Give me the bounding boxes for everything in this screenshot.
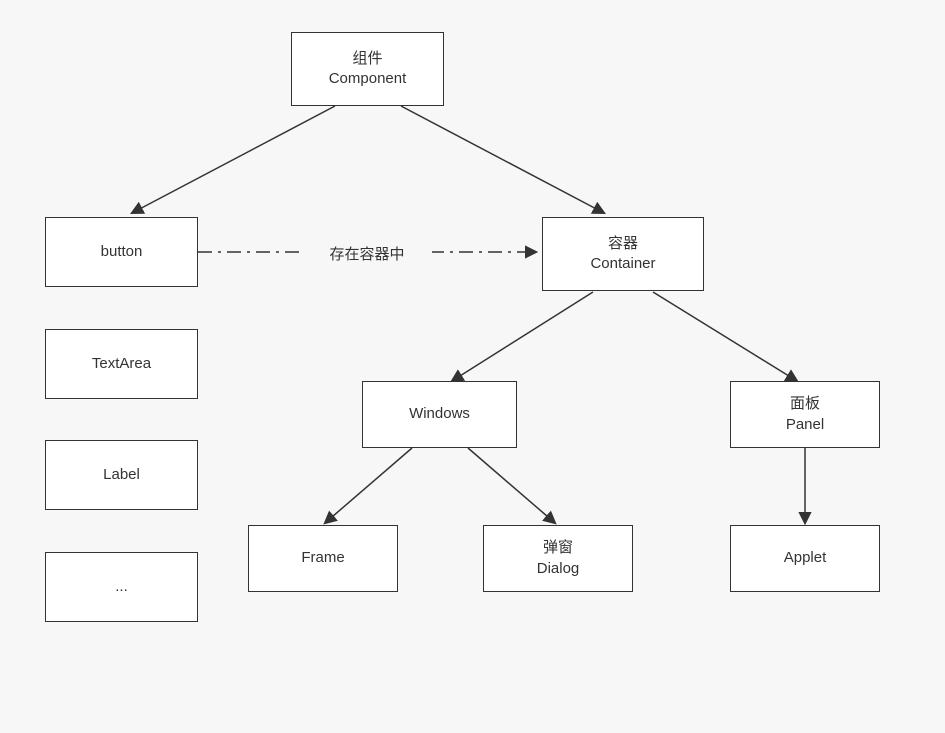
edge-container-panel: [653, 292, 797, 381]
node-button: button: [45, 217, 198, 287]
edge-component-button: [132, 106, 335, 213]
node-applet: Applet: [730, 525, 880, 592]
node-component-zh: 组件: [352, 49, 382, 69]
node-windows: Windows: [362, 381, 517, 448]
node-more: ...: [45, 552, 198, 622]
node-label-label: Label: [103, 465, 140, 485]
node-container-zh: 容器: [608, 234, 638, 254]
node-panel-en: Panel: [786, 415, 824, 435]
node-more-label: ...: [115, 577, 128, 597]
node-dialog-en: Dialog: [537, 559, 580, 579]
node-panel: 面板 Panel: [730, 381, 880, 448]
node-frame: Frame: [248, 525, 398, 592]
node-container-en: Container: [590, 254, 655, 274]
node-textarea-label: TextArea: [92, 354, 151, 374]
edge-component-container: [401, 106, 604, 213]
edge-label-button-container: 存在容器中: [302, 243, 432, 264]
node-component-en: Component: [329, 69, 407, 89]
node-component: 组件 Component: [291, 32, 444, 106]
edge-windows-frame: [325, 448, 412, 523]
node-label: Label: [45, 440, 198, 510]
node-applet-label: Applet: [784, 548, 827, 568]
node-windows-label: Windows: [409, 404, 470, 424]
edge-container-windows: [452, 292, 593, 381]
node-textarea: TextArea: [45, 329, 198, 399]
node-dialog-zh: 弹窗: [543, 538, 573, 558]
edge-windows-dialog: [468, 448, 555, 523]
node-container: 容器 Container: [542, 217, 704, 291]
node-panel-zh: 面板: [790, 394, 820, 414]
node-button-label: button: [101, 242, 143, 262]
node-dialog: 弹窗 Dialog: [483, 525, 633, 592]
node-frame-label: Frame: [301, 548, 344, 568]
